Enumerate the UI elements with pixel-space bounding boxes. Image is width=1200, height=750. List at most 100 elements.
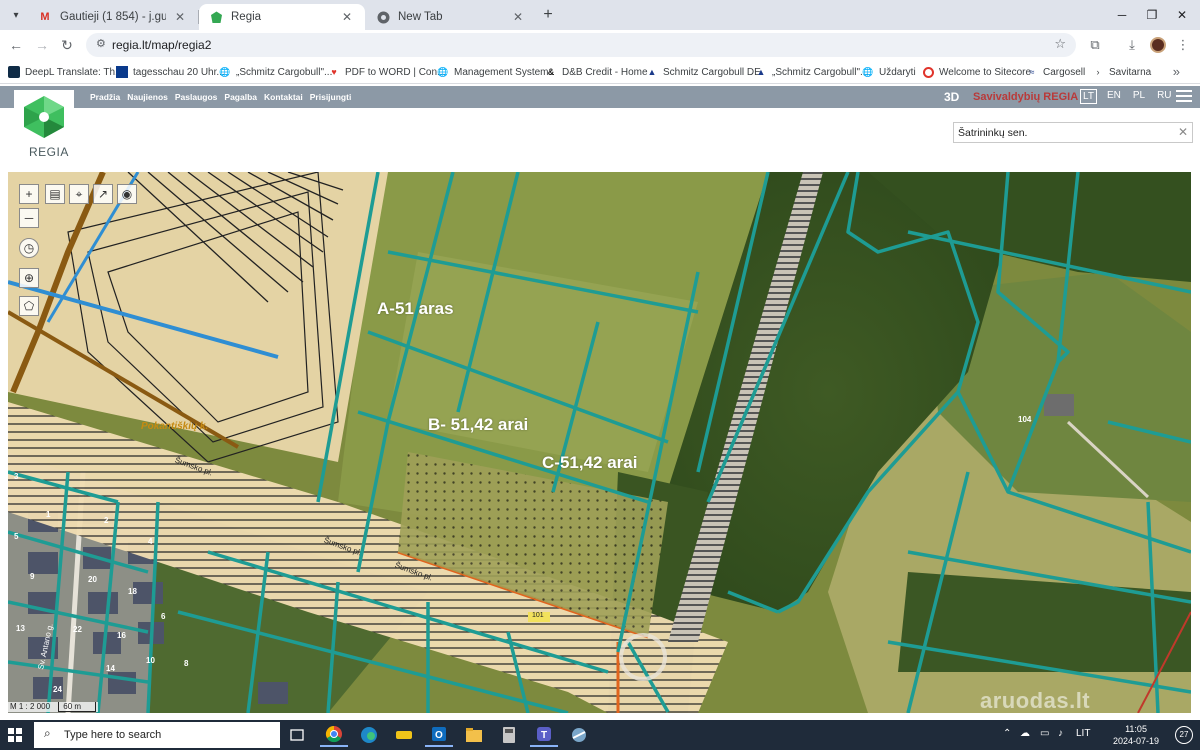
bookmark-item[interactable]: 🌐 Uždaryti bbox=[862, 64, 915, 80]
hamburger-menu-icon[interactable] bbox=[1176, 90, 1192, 104]
globe-icon: 🌐 bbox=[862, 66, 874, 77]
file-explorer-taskbar-icon[interactable] bbox=[460, 723, 488, 747]
network-app-taskbar-icon[interactable] bbox=[565, 723, 593, 747]
windows-taskbar: ⌕ Type here to search O T ⌃ ☁ ▭ ♪ LIT 11… bbox=[0, 720, 1200, 750]
bookmark-item[interactable]: ▲ „Schmitz Cargobull"... bbox=[755, 64, 869, 80]
bookmark-label: PDF to WORD | Con... bbox=[345, 66, 446, 78]
parcel-label-a: A-51 aras bbox=[377, 299, 454, 318]
task-view-icon[interactable] bbox=[283, 723, 311, 747]
reload-button[interactable]: ↻ bbox=[57, 35, 77, 55]
teams-taskbar-icon[interactable]: T bbox=[530, 723, 558, 747]
map-search-box[interactable]: ✕ bbox=[953, 122, 1193, 143]
tab-new-tab[interactable]: New Tab ✕ bbox=[366, 4, 536, 30]
target-icon[interactable]: ◉ bbox=[117, 184, 137, 204]
taskbar-clock[interactable]: 11:05 2024-07-19 bbox=[1113, 723, 1159, 747]
close-icon[interactable]: ✕ bbox=[172, 10, 188, 24]
history-clock-icon[interactable]: ◷ bbox=[19, 238, 39, 258]
bookmark-item[interactable]: ≈ Cargosell bbox=[1026, 64, 1086, 80]
forward-button[interactable]: → bbox=[32, 35, 52, 55]
nav-pagalba[interactable]: Pagalba bbox=[224, 92, 257, 102]
tab-label: Gautieji (1 854) - j.gunevic@gm bbox=[60, 11, 166, 23]
clear-search-icon[interactable]: ✕ bbox=[1178, 125, 1188, 139]
bookmark-item[interactable]: & D&B Credit - Home bbox=[545, 64, 648, 80]
restore-button[interactable]: ❐ bbox=[1137, 5, 1167, 25]
windows-start-icon[interactable] bbox=[8, 728, 22, 742]
bookmark-item[interactable]: tagesschau 20 Uhr... bbox=[116, 64, 225, 80]
bookmark-label: Savitarna bbox=[1109, 66, 1152, 78]
window-close-button[interactable]: ✕ bbox=[1167, 5, 1197, 25]
regia-logo-icon bbox=[24, 96, 64, 138]
edge-taskbar-icon[interactable] bbox=[355, 723, 383, 747]
onedrive-icon[interactable]: ☁ bbox=[1020, 728, 1030, 739]
lang-lt[interactable]: LT bbox=[1080, 89, 1097, 104]
nav-pradzia[interactable]: Pradžia bbox=[90, 92, 120, 102]
app-taskbar-icon[interactable] bbox=[390, 723, 418, 747]
cargosell-icon: ≈ bbox=[1029, 67, 1035, 77]
house-number: 8 bbox=[184, 659, 189, 668]
more-menu-icon[interactable]: ⋮ bbox=[1172, 35, 1194, 55]
taskbar-search-placeholder: Type here to search bbox=[64, 729, 162, 741]
outlook-taskbar-icon[interactable]: O bbox=[425, 723, 453, 747]
bookmark-item[interactable]: › Savitarna bbox=[1092, 64, 1152, 80]
regia-header: Pradžia Naujienos Paslaugos Pagalba Kont… bbox=[0, 86, 1200, 108]
bookmarks-overflow-icon[interactable]: » bbox=[1173, 64, 1180, 79]
house-number: 20 bbox=[88, 575, 97, 584]
svg-text:T: T bbox=[541, 730, 547, 741]
lang-en[interactable]: EN bbox=[1105, 89, 1123, 104]
bookmark-label: D&B Credit - Home bbox=[562, 66, 648, 78]
input-language[interactable]: LIT bbox=[1076, 728, 1090, 739]
extensions-icon[interactable]: ⧉ bbox=[1084, 35, 1106, 55]
tab-gmail[interactable]: M Gautieji (1 854) - j.gunevic@gm ✕ bbox=[28, 4, 198, 30]
bookmark-item[interactable]: 🌐 „Schmitz Cargobull"... bbox=[219, 64, 332, 80]
site-info-icon[interactable]: ⚙ bbox=[96, 37, 106, 50]
nav-kontaktai[interactable]: Kontaktai bbox=[264, 92, 303, 102]
measure-ruler-icon[interactable]: ▤ bbox=[45, 184, 65, 204]
search-input[interactable] bbox=[958, 125, 1168, 140]
zoom-in-button[interactable]: + bbox=[19, 184, 39, 204]
house-number: 24 bbox=[53, 685, 62, 694]
bookmark-item[interactable]: ♥ PDF to WORD | Con... bbox=[328, 64, 445, 80]
notification-badge[interactable]: 27 bbox=[1175, 726, 1193, 744]
tab-regia[interactable]: Regia ✕ bbox=[199, 4, 365, 30]
tab-search-button[interactable]: ▾ bbox=[6, 5, 26, 25]
network-icon[interactable]: ▭ bbox=[1040, 728, 1049, 739]
scale-ratio: M 1 : 2 000 bbox=[10, 702, 51, 711]
location-pin-icon[interactable]: ⌖ bbox=[69, 184, 89, 204]
nav-prisijungti[interactable]: Prisijungti bbox=[310, 92, 352, 102]
house-number: 9 bbox=[30, 572, 35, 581]
chrome-taskbar-icon[interactable] bbox=[320, 723, 348, 747]
address-bar[interactable]: ⚙ regia.lt/map/regia2 ☆ bbox=[86, 33, 1076, 57]
bookmark-item[interactable]: ▲ Schmitz Cargobull DE bbox=[646, 64, 761, 80]
search-icon: ⌕ bbox=[44, 726, 51, 740]
tray-overflow-icon[interactable]: ⌃ bbox=[1003, 728, 1011, 739]
crosshair-locate-icon[interactable]: ⊕ bbox=[19, 268, 39, 288]
back-button[interactable]: ← bbox=[6, 35, 26, 55]
lang-pl[interactable]: PL bbox=[1131, 89, 1147, 104]
close-icon[interactable]: ✕ bbox=[510, 10, 526, 24]
lang-ru[interactable]: RU bbox=[1155, 89, 1173, 104]
nav-naujienos[interactable]: Naujienos bbox=[127, 92, 168, 102]
calculator-taskbar-icon[interactable] bbox=[495, 723, 523, 747]
bookmark-item[interactable]: DeepL Translate: Th... bbox=[8, 64, 123, 80]
bookmark-item[interactable]: 🌐 Management System bbox=[437, 64, 548, 80]
draw-polygon-icon[interactable]: ⬠ bbox=[19, 296, 39, 316]
bookmark-item[interactable]: Welcome to Sitecore bbox=[922, 64, 1031, 80]
download-icon[interactable]: ⤓ bbox=[1121, 35, 1143, 55]
tagesschau-icon bbox=[116, 66, 128, 78]
share-export-icon[interactable]: ↗ bbox=[93, 184, 113, 204]
bookmark-star-icon[interactable]: ☆ bbox=[1054, 36, 1066, 52]
profile-avatar[interactable] bbox=[1150, 37, 1166, 53]
volume-icon[interactable]: ♪ bbox=[1058, 728, 1063, 739]
nav-paslaugos[interactable]: Paslaugos bbox=[175, 92, 218, 102]
chrome-icon bbox=[376, 10, 390, 24]
taskbar-search[interactable]: ⌕ Type here to search bbox=[34, 722, 280, 748]
gmail-icon: M bbox=[40, 11, 50, 23]
close-icon[interactable]: ✕ bbox=[339, 10, 355, 24]
bookmark-label: Schmitz Cargobull DE bbox=[663, 66, 761, 78]
map-canvas[interactable]: + ─ ▤ ⌖ ↗ ◉ ◷ ⊕ ⬠ A-51 aras B- 51,42 ara… bbox=[8, 172, 1191, 713]
minimize-button[interactable]: ─ bbox=[1107, 5, 1137, 25]
mode-3d-button[interactable]: 3D bbox=[944, 90, 959, 104]
zoom-out-button[interactable]: ─ bbox=[19, 208, 39, 228]
new-tab-button[interactable]: + bbox=[538, 5, 558, 25]
brand-title[interactable]: Savivaldybių REGIA bbox=[973, 91, 1078, 103]
